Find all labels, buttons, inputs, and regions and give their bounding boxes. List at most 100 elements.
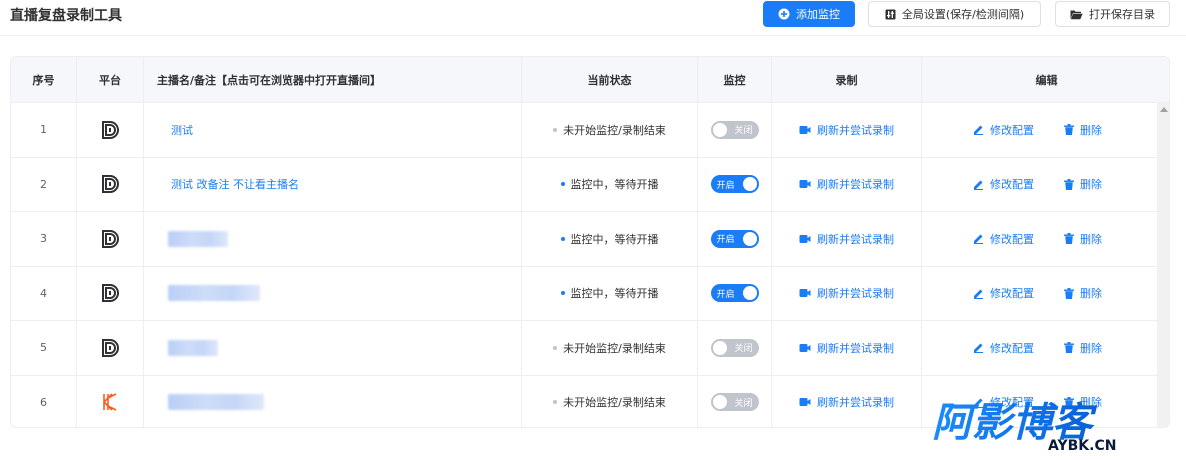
- delete-label: 删除: [1080, 232, 1102, 246]
- refresh-record-button[interactable]: 刷新并尝试录制: [799, 231, 894, 247]
- edit-config-button[interactable]: 修改配置: [973, 285, 1034, 301]
- platform-cell: [77, 321, 144, 375]
- refresh-record-button[interactable]: 刷新并尝试录制: [799, 340, 894, 356]
- toggle-label: 关闭: [734, 126, 753, 137]
- trash-icon: [1064, 342, 1074, 354]
- video-camera-icon: [799, 180, 811, 189]
- toggle-label: 开启: [716, 180, 735, 191]
- edit-config-button[interactable]: 修改配置: [973, 340, 1034, 356]
- monitor-toggle[interactable]: 关闭: [710, 338, 759, 357]
- toggle-label: 关闭: [734, 398, 753, 409]
- header-monitor: 监控: [698, 57, 772, 103]
- delete-label: 删除: [1080, 123, 1102, 137]
- edit-config-button[interactable]: 修改配置: [973, 176, 1034, 192]
- refresh-record-label: 刷新并尝试录制: [817, 123, 894, 137]
- edit-pencil-icon: [974, 180, 983, 190]
- refresh-record-button[interactable]: 刷新并尝试录制: [799, 394, 894, 410]
- delete-button[interactable]: 删除: [1064, 231, 1102, 247]
- streamer-name-link[interactable]: 测试: [144, 122, 193, 138]
- trash-icon: [1064, 178, 1074, 190]
- table-row: 2 测试 改备注 不让看主播名 监控中，等待开播 开启 刷新并尝试录制 修改配置 删除: [11, 157, 1157, 212]
- status-text: 未开始监控/录制结束: [563, 396, 666, 410]
- row-index: 3: [11, 212, 77, 266]
- delete-label: 删除: [1080, 341, 1102, 355]
- platform-cell: [77, 266, 144, 320]
- vertical-scrollbar[interactable]: [1157, 103, 1169, 427]
- monitor-toggle[interactable]: 开启: [710, 229, 759, 248]
- edit-pencil-icon: [974, 234, 983, 245]
- status-cell: 监控中，等待开播: [522, 157, 698, 211]
- row-index: 2: [11, 157, 77, 211]
- open-save-dir-button[interactable]: 打开保存目录: [1055, 1, 1170, 27]
- monitor-toggle[interactable]: 开启: [710, 284, 759, 303]
- blurred-name[interactable]: [168, 230, 228, 247]
- refresh-record-button[interactable]: 刷新并尝试录制: [799, 176, 894, 192]
- global-settings-label: 全局设置(保存/检测间隔): [901, 8, 1025, 21]
- monitor-toggle[interactable]: 关闭: [710, 393, 759, 412]
- plus-circle-icon: [778, 8, 790, 20]
- delete-button[interactable]: 删除: [1064, 285, 1102, 301]
- name-cell: [144, 212, 522, 266]
- video-camera-icon: [799, 343, 811, 352]
- table-row: 5 未开始监控/录制结束 关闭 刷新并尝试录制 修改配置 删除: [11, 321, 1157, 376]
- add-monitor-label: 添加监控: [796, 8, 840, 21]
- status-cell: 未开始监控/录制结束: [522, 375, 698, 427]
- edit-config-button[interactable]: 修改配置: [973, 231, 1034, 247]
- scroll-up-arrow-icon[interactable]: [1160, 107, 1168, 112]
- global-settings-button[interactable]: 全局设置(保存/检测间隔): [868, 1, 1041, 27]
- monitor-toggle[interactable]: 开启: [710, 175, 759, 194]
- status-dot-icon: [560, 236, 565, 241]
- folder-open-icon: [1070, 10, 1083, 19]
- delete-button[interactable]: 删除: [1064, 176, 1102, 192]
- refresh-record-label: 刷新并尝试录制: [817, 341, 894, 355]
- delete-button[interactable]: 删除: [1064, 340, 1102, 356]
- streamer-name-link[interactable]: 测试 改备注 不让看主播名: [144, 176, 299, 192]
- status-text: 未开始监控/录制结束: [563, 341, 666, 355]
- edit-config-button[interactable]: 修改配置: [973, 122, 1034, 138]
- status-cell: 未开始监控/录制结束: [522, 321, 698, 375]
- header-name: 主播名/备注【点击可在浏览器中打开直播间】: [144, 57, 522, 103]
- edit-pencil-icon: [974, 125, 983, 136]
- edit-config-label: 修改配置: [990, 232, 1034, 246]
- toggle-knob: [712, 340, 727, 355]
- name-cell: [144, 375, 522, 427]
- edit-config-label: 修改配置: [990, 178, 1034, 192]
- refresh-record-button[interactable]: 刷新并尝试录制: [799, 122, 894, 138]
- toggle-knob: [712, 122, 727, 137]
- video-camera-icon: [799, 289, 811, 298]
- monitor-toggle[interactable]: 关闭: [710, 120, 759, 139]
- delete-button[interactable]: 删除: [1064, 122, 1102, 138]
- douyin-logo-icon: [102, 338, 119, 357]
- table-row: 3 监控中，等待开播 开启 刷新并尝试录制 修改配置 删除: [11, 212, 1157, 267]
- trash-icon: [1064, 287, 1074, 299]
- status-cell: 监控中，等待开播: [522, 266, 698, 320]
- douyin-logo-icon: [102, 229, 119, 248]
- douyin-logo-icon: [102, 120, 119, 139]
- row-index: 5: [11, 321, 77, 375]
- edit-config-label: 修改配置: [990, 341, 1034, 355]
- status-text: 监控中，等待开播: [570, 287, 659, 301]
- monitor-cell: 开启: [698, 266, 772, 320]
- name-cell: [144, 321, 522, 375]
- status-dot-icon: [553, 127, 558, 132]
- refresh-record-button[interactable]: 刷新并尝试录制: [799, 285, 894, 301]
- toggle-knob: [742, 177, 757, 192]
- status-dot-icon: [560, 291, 565, 296]
- toggle-knob: [712, 395, 727, 410]
- watermark-en-text: AYBK.CN: [1048, 438, 1116, 452]
- monitor-table: 序号 平台 主播名/备注【点击可在浏览器中打开直播间】 当前状态 监控 录制 编…: [10, 56, 1170, 428]
- blurred-name[interactable]: [168, 394, 264, 411]
- monitor-cell: 关闭: [698, 321, 772, 375]
- toggle-label: 开启: [716, 235, 735, 246]
- edit-cell: 修改配置 删除: [922, 267, 1157, 321]
- settings-panel-icon: [885, 9, 896, 19]
- watermark-logo: 阿影博客 AYBK.CN: [932, 400, 1116, 452]
- add-monitor-button[interactable]: 添加监控: [763, 1, 855, 27]
- refresh-record-label: 刷新并尝试录制: [817, 232, 894, 246]
- table-header: 序号 平台 主播名/备注【点击可在浏览器中打开直播间】 当前状态 监控 录制 编…: [11, 57, 1169, 103]
- blurred-name[interactable]: [168, 285, 260, 302]
- status-text: 未开始监控/录制结束: [563, 123, 666, 137]
- delete-label: 删除: [1080, 287, 1102, 301]
- status-dot-icon: [560, 182, 565, 187]
- blurred-name[interactable]: [168, 339, 218, 356]
